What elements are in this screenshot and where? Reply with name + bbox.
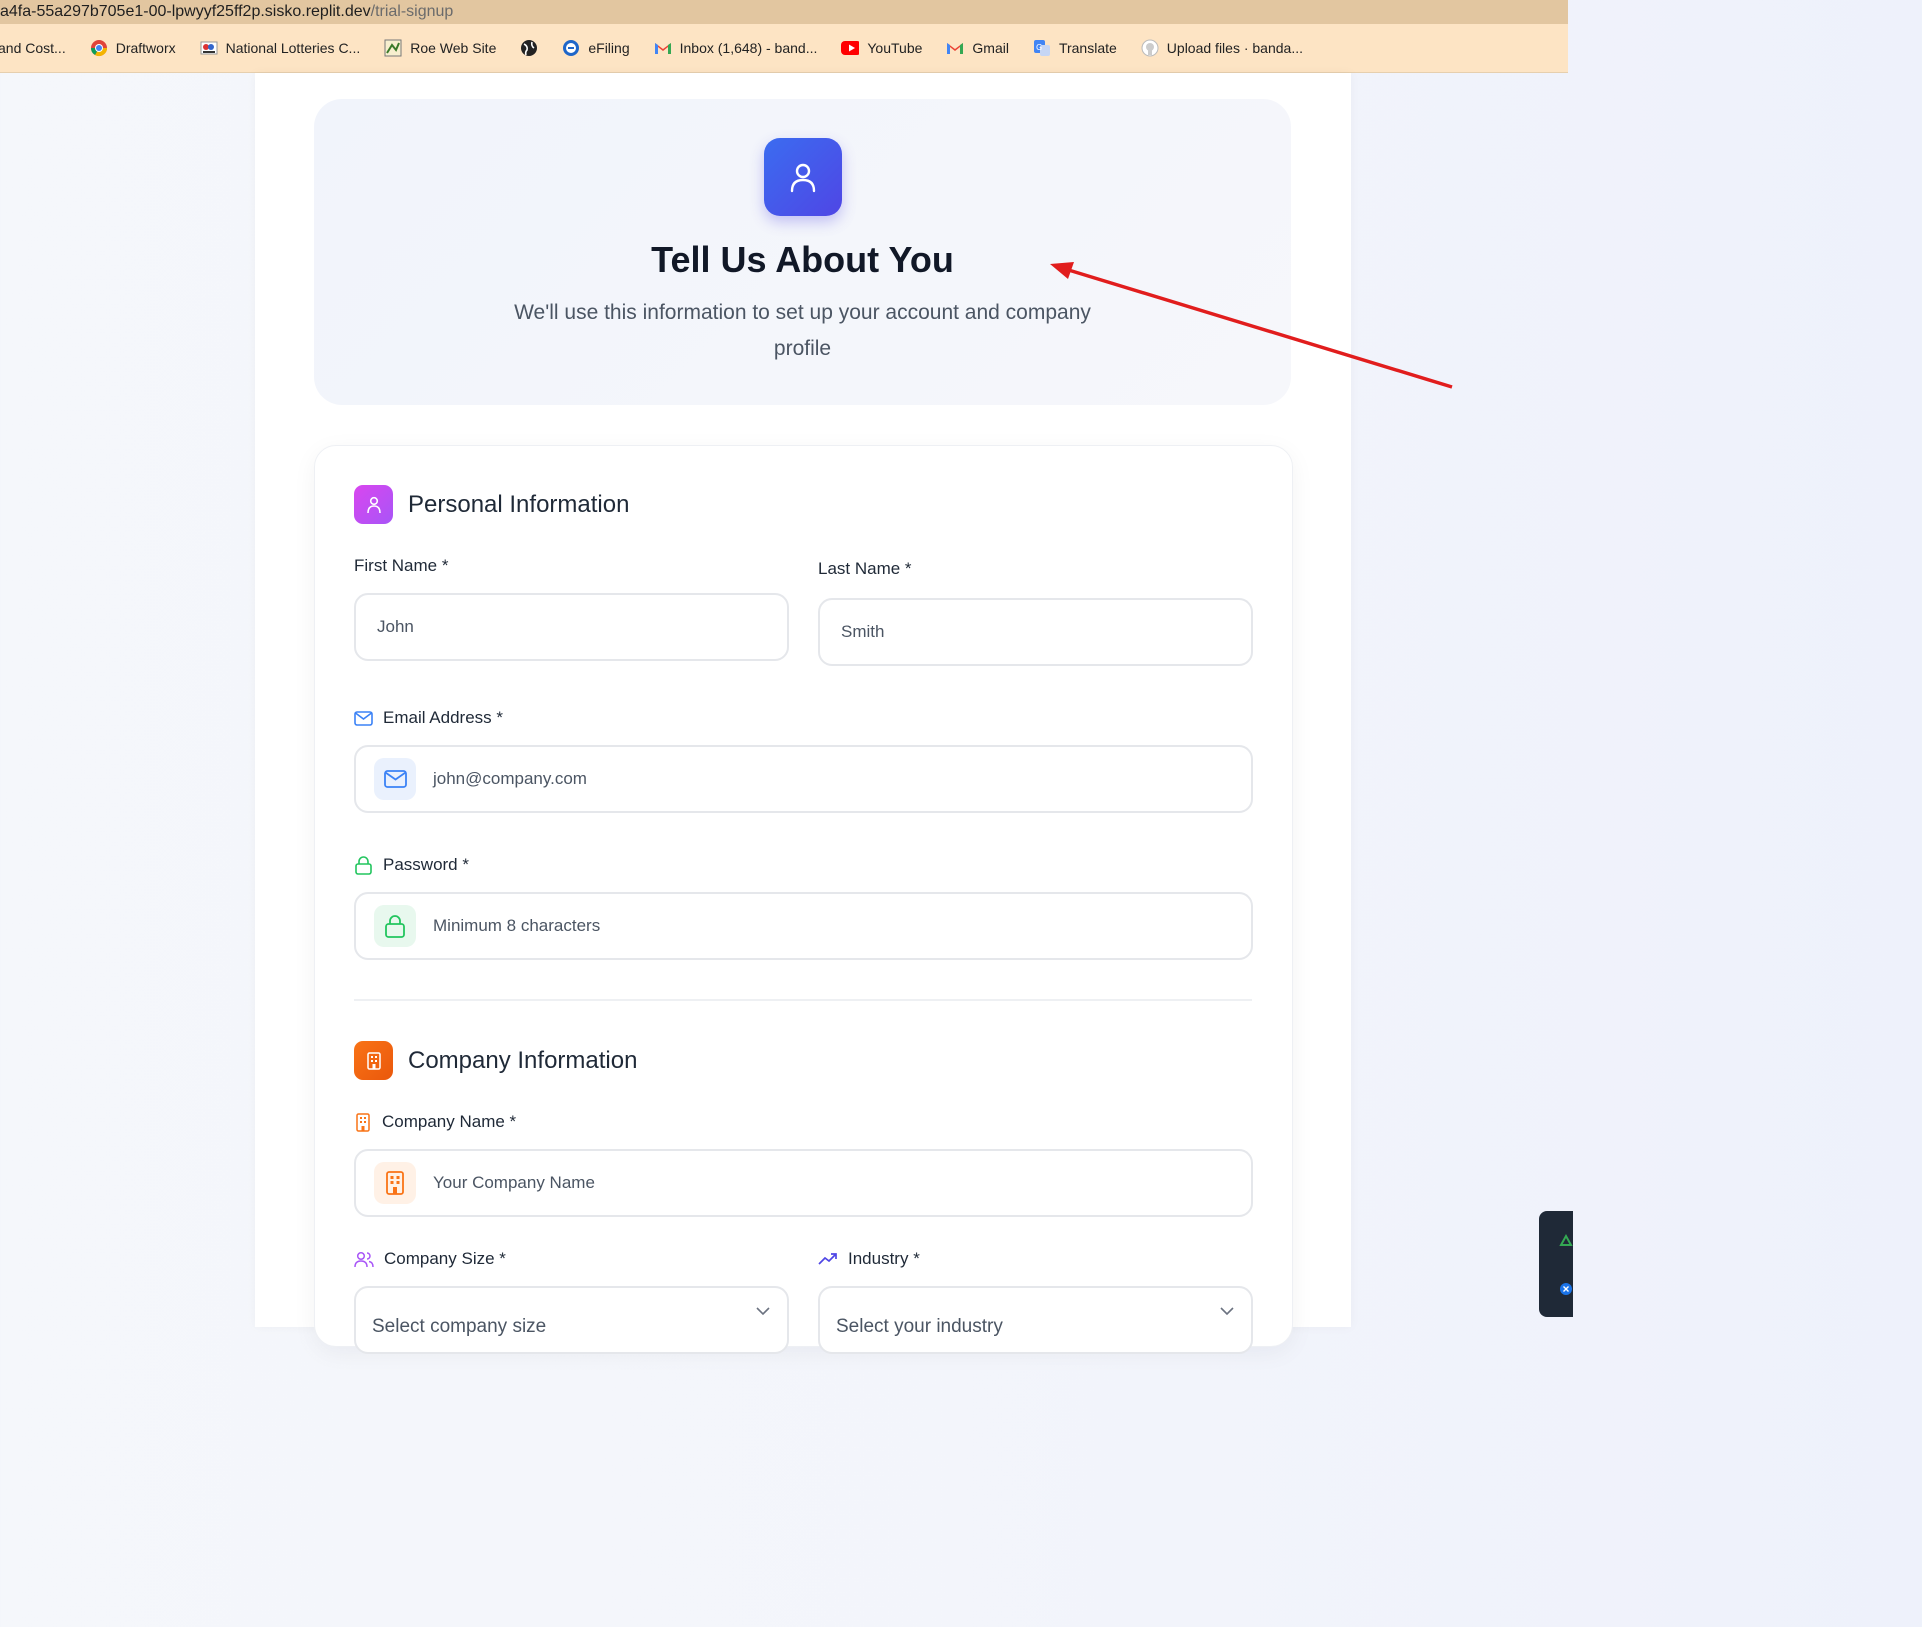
nlc-icon	[200, 39, 218, 57]
svg-text:G: G	[1036, 43, 1042, 52]
email-input[interactable]: john@company.com	[354, 745, 1253, 813]
label-text: Email Address *	[383, 708, 503, 727]
bookmark-item[interactable]: Inbox (1,648) - band...	[654, 39, 818, 57]
page-title: Tell Us About You	[651, 239, 954, 280]
section-title: Company Information	[408, 1046, 638, 1074]
bookmark-label: National Lotteries C...	[225, 40, 361, 56]
industry-label: Industry *	[818, 1249, 920, 1269]
placeholder: john@company.com	[433, 769, 587, 788]
company-name-input[interactable]: Your Company Name	[354, 1149, 1253, 1217]
bookmark-item[interactable]: G Translate	[1033, 39, 1117, 57]
company-size-select[interactable]: Select company size	[354, 1286, 789, 1354]
industry-select[interactable]: Select your industry	[818, 1286, 1253, 1354]
bookmark-label: Draftworx	[115, 40, 176, 56]
url-host: a4fa-55a297b705e1-00-lpwyyf25ff2p.sisko.…	[0, 3, 371, 20]
label-text: Industry *	[848, 1249, 920, 1268]
bookmark-label: Gmail	[972, 40, 1009, 56]
bookmark-label: YouTube	[867, 40, 923, 56]
globe-icon	[520, 39, 538, 57]
label-text: Company Size *	[384, 1249, 506, 1268]
building-icon	[374, 1162, 416, 1204]
hero-header: Tell Us About You We'll use this informa…	[314, 99, 1291, 405]
building-icon	[354, 1041, 393, 1080]
label-text: Company Name *	[382, 1112, 517, 1131]
translate-icon: G	[1033, 39, 1051, 57]
bookmark-label: Translate	[1058, 40, 1117, 56]
first-name-input[interactable]: John	[354, 593, 789, 661]
bookmark-label: Roe Web Site	[410, 40, 497, 56]
placeholder: Select your industry	[836, 1316, 1003, 1337]
lock-icon	[355, 855, 372, 875]
gmail-icon	[654, 39, 672, 57]
map-icon	[384, 39, 402, 57]
placeholder: Your Company Name	[433, 1173, 595, 1192]
bookmark-item[interactable]: Draftworx	[90, 39, 176, 57]
bookmark-item[interactable]: and Cost...	[0, 40, 66, 56]
last-name-input[interactable]: Smith	[818, 598, 1253, 666]
mail-icon	[354, 710, 373, 726]
chevron-down-icon	[1220, 1307, 1234, 1316]
building-icon	[356, 1112, 370, 1132]
close-icon	[1560, 1283, 1572, 1295]
personal-section-header: Personal Information	[354, 485, 629, 524]
section-divider	[354, 999, 1252, 1001]
bookmark-item[interactable]: Upload files · banda...	[1141, 39, 1303, 57]
user-icon	[354, 485, 393, 524]
bookmark-item[interactable]: National Lotteries C...	[200, 39, 361, 57]
drive-icon	[1559, 1233, 1573, 1246]
github-icon	[1141, 39, 1159, 57]
placeholder: Minimum 8 characters	[433, 916, 601, 935]
mail-icon	[374, 758, 416, 800]
chevron-down-icon	[756, 1307, 770, 1316]
bookmark-label: Inbox (1,648) - band...	[679, 40, 818, 56]
trending-up-icon	[818, 1253, 837, 1265]
email-label: Email Address *	[354, 708, 503, 728]
bookmark-label: eFiling	[588, 40, 630, 56]
bookmark-item[interactable]: eFiling	[562, 39, 630, 57]
efiling-icon	[562, 39, 580, 57]
label-text: Last Name *	[818, 559, 912, 578]
bookmark-item[interactable]: Gmail	[946, 39, 1009, 57]
url-path: /trial-signup	[370, 3, 454, 20]
bookmark-item[interactable]: Roe Web Site	[384, 39, 496, 57]
label-text: First Name *	[354, 556, 449, 575]
page-subtitle: We'll use this information to set up you…	[514, 301, 1091, 360]
user-icon	[764, 138, 842, 216]
placeholder: Select company size	[372, 1316, 547, 1337]
users-icon	[354, 1251, 374, 1267]
company-size-label: Company Size *	[354, 1249, 506, 1269]
bookmark-label: and Cost...	[0, 40, 66, 56]
lock-icon	[374, 905, 416, 947]
side-widget[interactable]	[1539, 1211, 1573, 1317]
label-text: Password *	[383, 855, 469, 874]
placeholder: Smith	[841, 622, 885, 641]
signup-page: Tell Us About You We'll use this informa…	[255, 73, 1351, 1354]
bookmark-item[interactable]: YouTube	[841, 39, 922, 57]
company-section-header: Company Information	[354, 1041, 637, 1080]
bookmark-label: Upload files · banda...	[1166, 40, 1303, 56]
address-bar[interactable]: a4fa-55a297b705e1-00-lpwyyf25ff2p.sisko.…	[0, 0, 1568, 24]
first-name-label: First Name *	[354, 556, 448, 576]
bookmark-item[interactable]	[520, 39, 538, 57]
chrome-like-icon	[90, 39, 108, 57]
password-label: Password *	[354, 855, 469, 875]
last-name-label: Last Name *	[818, 559, 912, 579]
bookmarks-bar: and Cost... Draftworx National Lotteries…	[0, 24, 1568, 73]
password-input[interactable]: Minimum 8 characters	[354, 892, 1253, 960]
youtube-icon	[841, 39, 860, 57]
signup-form-card: Personal Information First Name * John L…	[314, 445, 1293, 1354]
section-title: Personal Information	[408, 490, 630, 518]
company-name-label: Company Name *	[354, 1112, 516, 1132]
placeholder: John	[377, 617, 414, 636]
gmail-icon	[946, 39, 964, 57]
